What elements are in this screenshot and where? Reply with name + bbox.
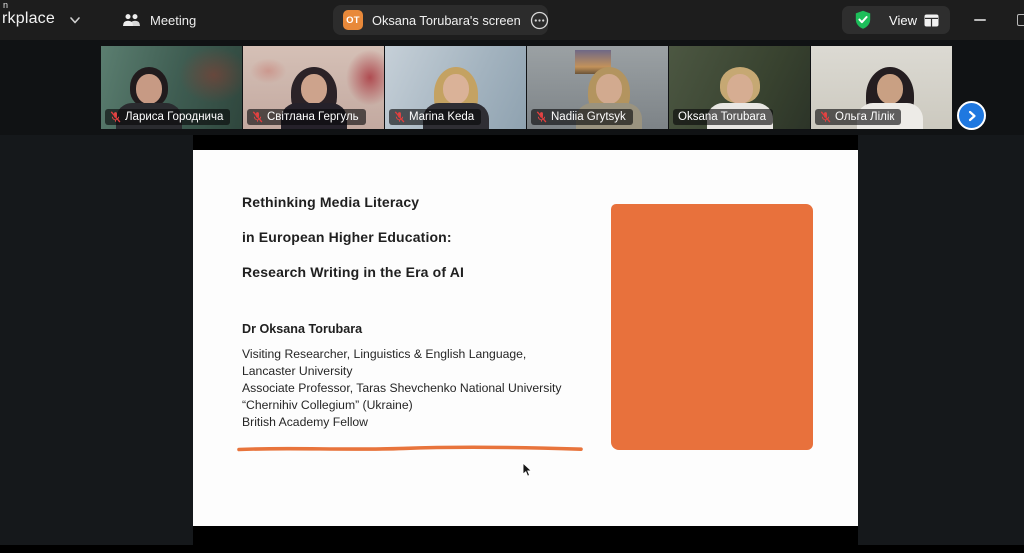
chevron-right-icon	[966, 110, 978, 122]
presentation-slide: Rethinking Media Literacy in European Hi…	[193, 150, 858, 526]
participant-name: Marina Keda	[409, 111, 474, 123]
participant-name-badge: Oksana Torubara	[673, 109, 773, 125]
app-logo-fragment: rkplace	[2, 11, 55, 27]
title-bar: n rkplace Meeting OT Oksana Torubara's s…	[0, 0, 1024, 40]
tab-options-icon[interactable]	[530, 11, 549, 30]
participant-tile[interactable]: Nadiia Grytsyk	[527, 46, 668, 129]
participant-name: Світлана Гергуль	[267, 111, 359, 123]
app-logo-fragment-top: n	[3, 1, 55, 10]
participant-tile[interactable]: Oksana Torubara	[669, 46, 810, 129]
tab-shared-screen-label: Oksana Torubara's screen	[372, 13, 521, 28]
participant-name-badge: Nadiia Grytsyk	[531, 109, 633, 125]
next-participants-button[interactable]	[957, 101, 986, 130]
participant-name: Nadiia Grytsyk	[551, 111, 626, 123]
letterbox-bottom-bar	[0, 545, 1024, 553]
chevron-down-icon[interactable]	[68, 13, 82, 27]
slide-title-line: Research Writing in the Era of AI	[242, 265, 464, 279]
slide-presenter-name: Dr Oksana Torubara	[242, 322, 362, 336]
slide-title: Rethinking Media Literacy in European Hi…	[242, 195, 464, 300]
muted-mic-icon	[110, 111, 121, 123]
maximize-button[interactable]	[1017, 14, 1024, 26]
slide-title-line: Rethinking Media Literacy	[242, 195, 464, 209]
participant-name: Ольга Лілік	[835, 111, 894, 123]
muted-mic-icon	[820, 111, 831, 123]
tab-meeting-label: Meeting	[150, 13, 196, 28]
slide-affiliation-line: “Chernihiv Collegium” (Ukraine)	[242, 397, 562, 414]
shared-screen-viewport: Rethinking Media Literacy in European Hi…	[193, 135, 858, 545]
view-button-label: View	[889, 13, 917, 28]
app-window: n rkplace Meeting OT Oksana Torubara's s…	[0, 0, 1024, 553]
participant-name-badge: Світлана Гергуль	[247, 109, 366, 125]
people-group-icon	[122, 13, 141, 27]
participant-tile[interactable]: Лариса Городнича	[101, 46, 242, 129]
minimize-button[interactable]	[974, 19, 986, 21]
participant-filmstrip: Лариса Городнича Світлана Гергуль	[0, 40, 1024, 135]
participant-tile[interactable]: Ольга Лілік	[811, 46, 952, 129]
muted-mic-icon	[394, 111, 405, 123]
participant-filmstrip-list: Лариса Городнича Світлана Гергуль	[101, 46, 952, 129]
mouse-cursor	[522, 462, 533, 478]
shield-check-icon	[853, 10, 873, 30]
tab-meeting[interactable]: Meeting	[112, 7, 206, 33]
participant-tile[interactable]: Світлана Гергуль	[243, 46, 384, 129]
gallery-grid-icon	[924, 14, 939, 27]
orange-rectangle-shape	[611, 204, 813, 450]
participant-name-badge: Лариса Городнича	[105, 109, 230, 125]
app-logo: n rkplace	[2, 1, 55, 27]
slide-affiliation-line: Lancaster University	[242, 363, 562, 380]
participant-name-badge: Marina Keda	[389, 109, 481, 125]
slide-affiliation-line: Associate Professor, Taras Shevchenko Na…	[242, 380, 562, 397]
view-button[interactable]: View	[842, 6, 950, 34]
slide-title-line: in European Higher Education:	[242, 230, 464, 244]
participant-tile[interactable]: Marina Keda	[385, 46, 526, 129]
slide-affiliation-line: Visiting Researcher, Linguistics & Engli…	[242, 346, 562, 363]
muted-mic-icon	[252, 111, 263, 123]
shared-screen-area: Rethinking Media Literacy in European Hi…	[0, 135, 1024, 545]
slide-affiliation: Visiting Researcher, Linguistics & Engli…	[242, 346, 562, 431]
muted-mic-icon	[536, 111, 547, 123]
tab-shared-screen[interactable]: OT Oksana Torubara's screen	[333, 5, 548, 35]
presenter-initials-badge: OT	[343, 10, 363, 30]
slide-affiliation-line: British Academy Fellow	[242, 414, 562, 431]
participant-name: Лариса Городнича	[125, 111, 223, 123]
participant-name-badge: Ольга Лілік	[815, 109, 901, 125]
participant-name: Oksana Torubara	[678, 111, 766, 123]
orange-underline-stroke	[236, 444, 584, 454]
